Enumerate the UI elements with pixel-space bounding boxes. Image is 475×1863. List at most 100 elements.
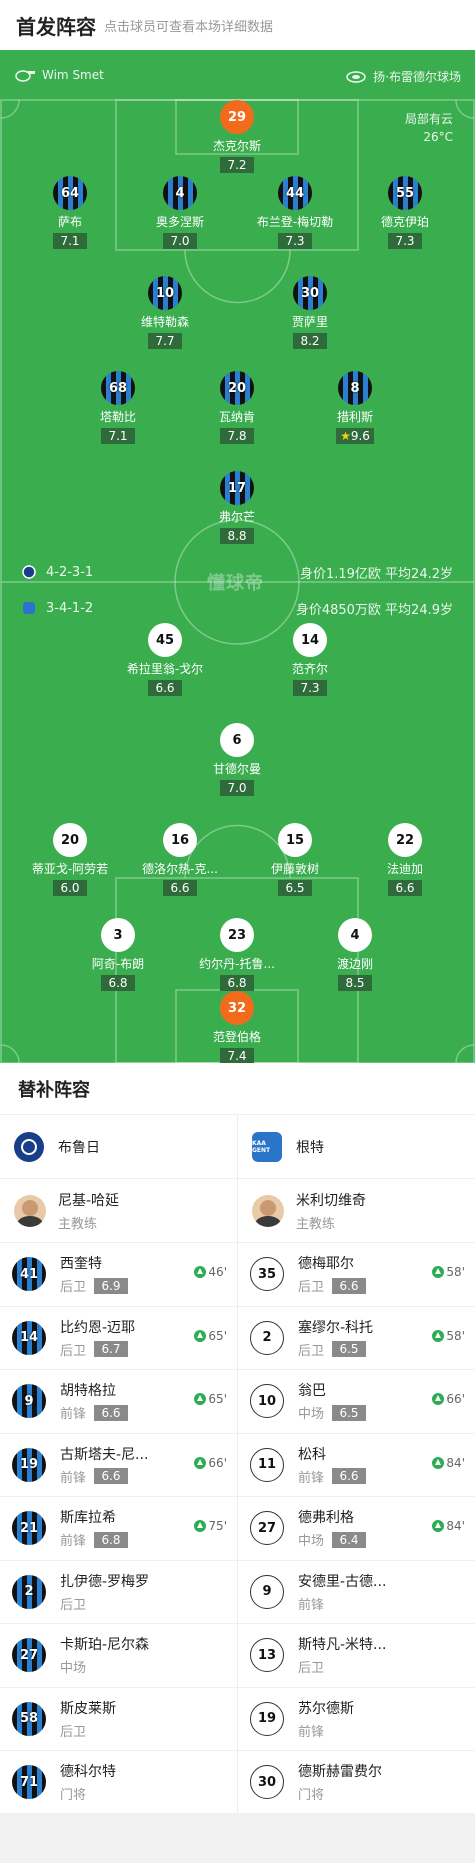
sub-player-number: 30 [250, 1765, 284, 1800]
sub-in-minute: 84' [432, 1456, 465, 1470]
player-rating-value: 6.5 [285, 881, 305, 895]
kaa-gent-logo-icon: KAA GENT [252, 1131, 282, 1162]
away-sub-player-row[interactable]: 35 德梅耶尔 后卫 6.6 58' [238, 1243, 475, 1307]
away-sub-player-row[interactable]: 30 德斯赫雷费尔 门将 [238, 1751, 475, 1815]
sub-in-arrow-icon [432, 1393, 445, 1405]
sub-player-name: 德科尔特 [60, 1764, 116, 1781]
player-rating: 8.8 [220, 528, 254, 544]
home-player[interactable]: 17 弗尔芒 8.8 [182, 471, 292, 544]
away-coach-row[interactable]: 米利切维奇 主教练 [238, 1179, 475, 1243]
away-player[interactable]: 22 法迪加 6.6 [350, 823, 460, 896]
away-coach-name: 米利切维奇 [296, 1192, 366, 1209]
sub-in-minute: 66' [432, 1392, 465, 1406]
sub-player-name: 安德里-古德... [298, 1573, 387, 1590]
player-number: 6 [220, 723, 254, 757]
away-sub-player-row[interactable]: 10 翁巴 中场 6.5 66' [238, 1370, 475, 1434]
sub-player-name: 扎伊德-罗梅罗 [60, 1573, 150, 1590]
home-player[interactable]: 30 贾萨里 8.2 [255, 276, 365, 349]
home-sub-player-row[interactable]: 2 扎伊德-罗梅罗 后卫 [0, 1561, 237, 1624]
sub-player-position: 前锋 [298, 1597, 325, 1613]
player-name: 杰克尔斯 [212, 139, 261, 153]
sub-in-minute-text: 84' [446, 1455, 465, 1470]
home-sub-player-row[interactable]: 21 斯库拉希 前锋 6.8 75' [0, 1497, 237, 1561]
player-number: 3 [101, 918, 135, 952]
sub-in-arrow-icon [432, 1456, 445, 1469]
stadium-icon [346, 70, 366, 83]
player-rating-value: 6.8 [108, 976, 128, 990]
home-sub-player-row[interactable]: 71 德科尔特 门将 [0, 1751, 237, 1815]
player-name: 法迪加 [386, 862, 423, 876]
club-brugge-logo-icon [14, 1131, 44, 1162]
home-coach-name: 尼基-哈延 [58, 1192, 120, 1209]
home-player[interactable]: 8 措利斯 ★9.6 [300, 371, 410, 444]
away-player[interactable]: 4 渡边刚 8.5 [300, 918, 410, 991]
player-name: 奥多涅斯 [155, 215, 204, 229]
sub-player-position: 后卫 [298, 1280, 325, 1296]
away-player[interactable]: 16 德洛尔热-克... 6.6 [125, 823, 235, 896]
home-player[interactable]: 4 奥多涅斯 7.0 [125, 176, 235, 249]
away-coach-avatar [252, 1194, 284, 1227]
home-sub-player-row[interactable]: 14 比约恩-迈耶 后卫 6.7 65' [0, 1307, 237, 1370]
sub-in-minute: 65' [194, 1392, 227, 1406]
player-number: 45 [148, 623, 182, 657]
player-number: 68 [101, 371, 135, 405]
player-number: 44 [278, 176, 312, 210]
sub-player-rating: 6.9 [94, 1277, 129, 1294]
home-sub-player-row[interactable]: 9 胡特格拉 前锋 6.6 65' [0, 1370, 237, 1434]
home-sub-player-row[interactable]: 27 卡斯珀-尼尔森 中场 [0, 1624, 237, 1688]
home-player[interactable]: 55 德克伊珀 7.3 [350, 176, 460, 249]
home-coach-row[interactable]: 尼基-哈延 主教练 [0, 1179, 237, 1243]
sub-player-number: 19 [250, 1701, 284, 1736]
referee-name: Wim Smet [42, 68, 104, 82]
sub-player-number: 58 [12, 1701, 46, 1736]
player-number: 14 [293, 623, 327, 657]
away-player[interactable]: 3 阿奇-布朗 6.8 [63, 918, 173, 991]
kaa-gent-logo-text: KAA GENT [252, 1139, 271, 1154]
sub-in-arrow-icon [194, 1329, 207, 1342]
player-rating: 6.6 [388, 880, 422, 896]
player-name: 弗尔芒 [218, 510, 255, 524]
sub-player-position: 前锋 [298, 1470, 325, 1486]
sub-in-arrow-icon [194, 1393, 207, 1405]
away-sub-player-row[interactable]: 2 塞缪尔-科托 后卫 6.5 58' [238, 1307, 475, 1370]
home-player[interactable]: 29 杰克尔斯 7.2 [182, 100, 292, 173]
home-team-row[interactable]: 布鲁日 [0, 1115, 237, 1179]
away-player[interactable]: 45 希拉里翁-戈尔 6.6 [110, 623, 220, 696]
away-sub-player-row[interactable]: 19 苏尔德斯 前锋 [238, 1688, 475, 1751]
home-player[interactable]: 10 维特勒森 7.7 [110, 276, 220, 349]
away-player[interactable]: 15 伊藤敦树 6.5 [240, 823, 350, 896]
away-player[interactable]: 14 范齐尔 7.3 [255, 623, 365, 696]
player-number: 32 [220, 991, 254, 1025]
player-name: 布兰登-梅切勒 [256, 215, 334, 229]
home-player[interactable]: 44 布兰登-梅切勒 7.3 [240, 176, 350, 249]
home-sub-player-row[interactable]: 58 斯皮莱斯 后卫 [0, 1688, 237, 1751]
home-sub-player-row[interactable]: 41 西奎特 后卫 6.9 46' [0, 1243, 237, 1307]
player-rating: 6.5 [278, 880, 312, 896]
away-sub-player-row[interactable]: 27 德弗利格 中场 6.4 84' [238, 1497, 475, 1561]
away-sub-player-row[interactable]: 13 斯特凡-米特... 后卫 [238, 1624, 475, 1688]
player-number: 23 [220, 918, 254, 952]
away-sub-player-row[interactable]: 11 松科 前锋 6.6 84' [238, 1434, 475, 1497]
player-name: 范登伯格 [212, 1030, 261, 1044]
home-player[interactable]: 68 塔勒比 7.1 [63, 371, 173, 444]
home-player[interactable]: 20 瓦纳肯 7.8 [182, 371, 292, 444]
away-player[interactable]: 23 约尔丹-托鲁... 6.8 [182, 918, 292, 991]
sub-in-minute: 66' [194, 1456, 227, 1470]
player-rating: 7.8 [220, 428, 254, 444]
away-player[interactable]: 32 范登伯格 7.4 [182, 991, 292, 1063]
sub-in-minute: 75' [194, 1519, 227, 1533]
player-number: 15 [278, 823, 312, 857]
away-player[interactable]: 6 甘德尔曼 7.0 [182, 723, 292, 796]
away-player[interactable]: 20 蒂亚戈-阿劳若 6.0 [15, 823, 125, 896]
home-sub-player-row[interactable]: 19 古斯塔夫-尼... 前锋 6.6 66' [0, 1434, 237, 1497]
player-name: 萨布 [57, 215, 82, 229]
sub-player-name: 西奎特 [60, 1256, 102, 1273]
player-name: 措利斯 [336, 410, 373, 424]
lineup-page: 首发阵容 点击球员可查看本场详细数据 Wim Smet 扬·布雷德尔球场 局部有… [0, 0, 475, 1863]
whistle-icon [15, 70, 35, 82]
sub-player-name: 德弗利格 [298, 1510, 354, 1527]
away-sub-player-row[interactable]: 9 安德里-古德... 前锋 [238, 1561, 475, 1624]
away-team-row[interactable]: KAA GENT 根特 [238, 1115, 475, 1179]
home-player[interactable]: 64 萨布 7.1 [15, 176, 125, 249]
player-rating: 7.0 [163, 233, 197, 249]
